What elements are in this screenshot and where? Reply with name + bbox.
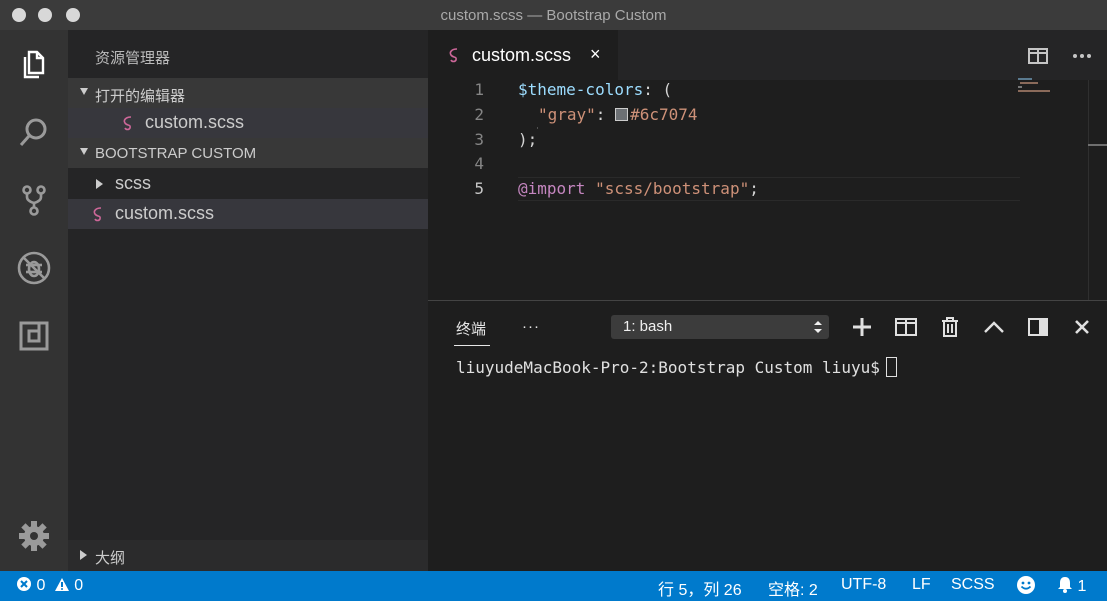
tab-label: custom.scss bbox=[472, 45, 572, 65]
activity-bar bbox=[0, 30, 68, 571]
tab-custom-scss[interactable]: custom.scss × bbox=[428, 30, 618, 80]
more-actions-icon[interactable] bbox=[1071, 45, 1093, 67]
indent-guide bbox=[537, 127, 538, 129]
source-control-icon[interactable] bbox=[14, 180, 54, 220]
code-line-1: $theme-colors: ( bbox=[518, 80, 672, 99]
folder-item-scss[interactable]: scss bbox=[68, 169, 428, 199]
editor-area: custom.scss × 1 2 3 4 5 $theme-colors: (… bbox=[428, 30, 1107, 300]
terminal-select-value: 1: bash bbox=[623, 318, 673, 335]
folder-label: scss bbox=[115, 173, 151, 193]
chevron-right-icon bbox=[80, 550, 87, 560]
extensions-icon[interactable] bbox=[14, 316, 54, 356]
terminal-panel: 终端 ··· 1: bash liuyudeMacBook-Pro-2:Boot… bbox=[428, 300, 1107, 572]
status-bar: 0 0 行 5，列 26 空格: 2 UTF-8 LF SCSS 1 bbox=[0, 571, 1107, 601]
trash-icon[interactable] bbox=[939, 316, 961, 338]
terminal-output[interactable]: liuyudeMacBook-Pro-2:Bootstrap Custom li… bbox=[456, 357, 897, 377]
bell-icon bbox=[1058, 577, 1072, 593]
token-string: "scss/bootstrap" bbox=[595, 179, 750, 198]
warning-count: 0 bbox=[74, 577, 84, 594]
sass-file-icon bbox=[123, 116, 132, 131]
open-editor-file-label: custom.scss bbox=[145, 112, 245, 132]
sass-file-icon bbox=[449, 48, 458, 63]
gear-icon[interactable] bbox=[14, 516, 54, 556]
terminal-prompt: liuyudeMacBook-Pro-2:Bootstrap Custom li… bbox=[456, 358, 880, 377]
toggle-panel-position-icon[interactable] bbox=[1027, 316, 1049, 338]
explorer-icon[interactable] bbox=[14, 44, 54, 84]
chevron-down-icon bbox=[80, 148, 88, 155]
terminal-select[interactable]: 1: bash bbox=[611, 315, 829, 339]
code-line-3: ); bbox=[518, 130, 538, 149]
explorer-sidebar: 资源管理器 打开的编辑器 custom.scss BOOTSTRAP CUSTO… bbox=[68, 30, 428, 571]
line-number: 4 bbox=[474, 154, 484, 173]
token-punct: ; bbox=[749, 179, 759, 198]
sidebar-title: 资源管理器 bbox=[95, 50, 171, 67]
tab-close-icon[interactable]: × bbox=[590, 44, 601, 65]
file-label: custom.scss bbox=[115, 203, 215, 223]
language-mode[interactable]: SCSS bbox=[951, 576, 995, 594]
encoding-setting[interactable]: UTF-8 bbox=[841, 576, 886, 594]
open-editor-item[interactable]: custom.scss bbox=[68, 108, 428, 138]
search-icon[interactable] bbox=[14, 112, 54, 152]
error-icon bbox=[17, 577, 31, 591]
workspace-header[interactable]: BOOTSTRAP CUSTOM bbox=[68, 138, 428, 168]
window-title: custom.scss — Bootstrap Custom bbox=[440, 7, 667, 24]
color-swatch[interactable] bbox=[615, 108, 629, 121]
file-item-custom-scss[interactable]: custom.scss bbox=[68, 199, 428, 229]
line-number: 3 bbox=[474, 130, 484, 149]
maximize-panel-icon[interactable] bbox=[983, 316, 1005, 338]
sass-file-icon bbox=[93, 207, 102, 222]
tab-terminal[interactable]: 终端 bbox=[456, 318, 486, 339]
line-number: 1 bbox=[474, 80, 484, 99]
feedback-smiley-icon[interactable] bbox=[1016, 575, 1036, 600]
notification-count: 1 bbox=[1077, 578, 1087, 595]
token-variable: $theme-colors bbox=[518, 80, 644, 99]
indentation-setting[interactable]: 空格: 2 bbox=[768, 576, 818, 600]
line-number: 2 bbox=[474, 105, 484, 124]
cursor-position[interactable]: 行 5，列 26 bbox=[658, 576, 742, 600]
scroll-position-marker[interactable] bbox=[1088, 144, 1107, 146]
code-line-5: @import "scss/bootstrap"; bbox=[518, 179, 759, 198]
minimap[interactable] bbox=[1018, 78, 1066, 98]
notifications[interactable]: 1 bbox=[1057, 576, 1086, 596]
token-punct: : ( bbox=[643, 80, 673, 99]
token-keyword: @import bbox=[518, 179, 586, 198]
outline-header[interactable]: 大纲 bbox=[68, 540, 428, 571]
workspace-label: BOOTSTRAP CUSTOM bbox=[95, 145, 257, 162]
problems-indicator[interactable]: 0 0 bbox=[16, 576, 83, 595]
title-bar: custom.scss — Bootstrap Custom bbox=[0, 0, 1107, 30]
code-line-2: "gray": #6c7074 bbox=[538, 105, 698, 124]
split-terminal-icon[interactable] bbox=[895, 316, 917, 338]
open-editors-header[interactable]: 打开的编辑器 bbox=[68, 78, 428, 108]
token-punct: : bbox=[595, 105, 616, 124]
chevron-right-icon bbox=[96, 179, 103, 189]
add-terminal-icon[interactable] bbox=[851, 316, 873, 338]
editor-scrollbar-track bbox=[1088, 80, 1089, 300]
chevron-down-icon bbox=[80, 88, 88, 95]
terminal-cursor bbox=[885, 357, 897, 377]
open-editors-label: 打开的编辑器 bbox=[95, 88, 186, 105]
error-count: 0 bbox=[36, 577, 46, 594]
line-number-active: 5 bbox=[474, 179, 484, 198]
select-arrows-icon bbox=[814, 321, 822, 333]
eol-setting[interactable]: LF bbox=[912, 576, 931, 594]
warning-icon bbox=[54, 578, 69, 591]
debug-icon[interactable] bbox=[14, 248, 54, 288]
outline-label: 大纲 bbox=[95, 550, 126, 567]
token-string: "gray" bbox=[538, 105, 596, 124]
token-color: #6c7074 bbox=[630, 105, 698, 124]
active-tab-underline bbox=[454, 345, 490, 346]
close-panel-icon[interactable] bbox=[1071, 316, 1093, 338]
panel-more-button[interactable]: ··· bbox=[522, 318, 540, 335]
editor-tabs: custom.scss × bbox=[428, 30, 1107, 80]
split-editor-icon[interactable] bbox=[1027, 45, 1049, 67]
